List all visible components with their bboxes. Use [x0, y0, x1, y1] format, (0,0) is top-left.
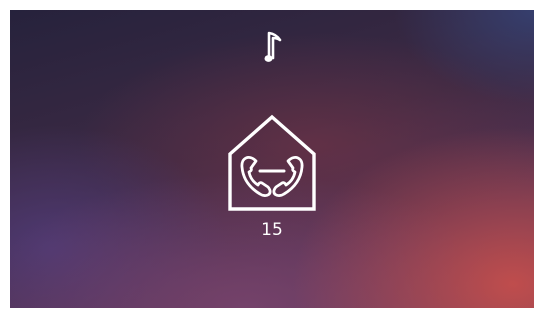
- intercom-house-handsets-icon[interactable]: [220, 114, 324, 212]
- music-note-icon: [264, 31, 282, 62]
- call-counter: 15: [261, 220, 283, 240]
- intercom-screen: 15: [10, 10, 534, 308]
